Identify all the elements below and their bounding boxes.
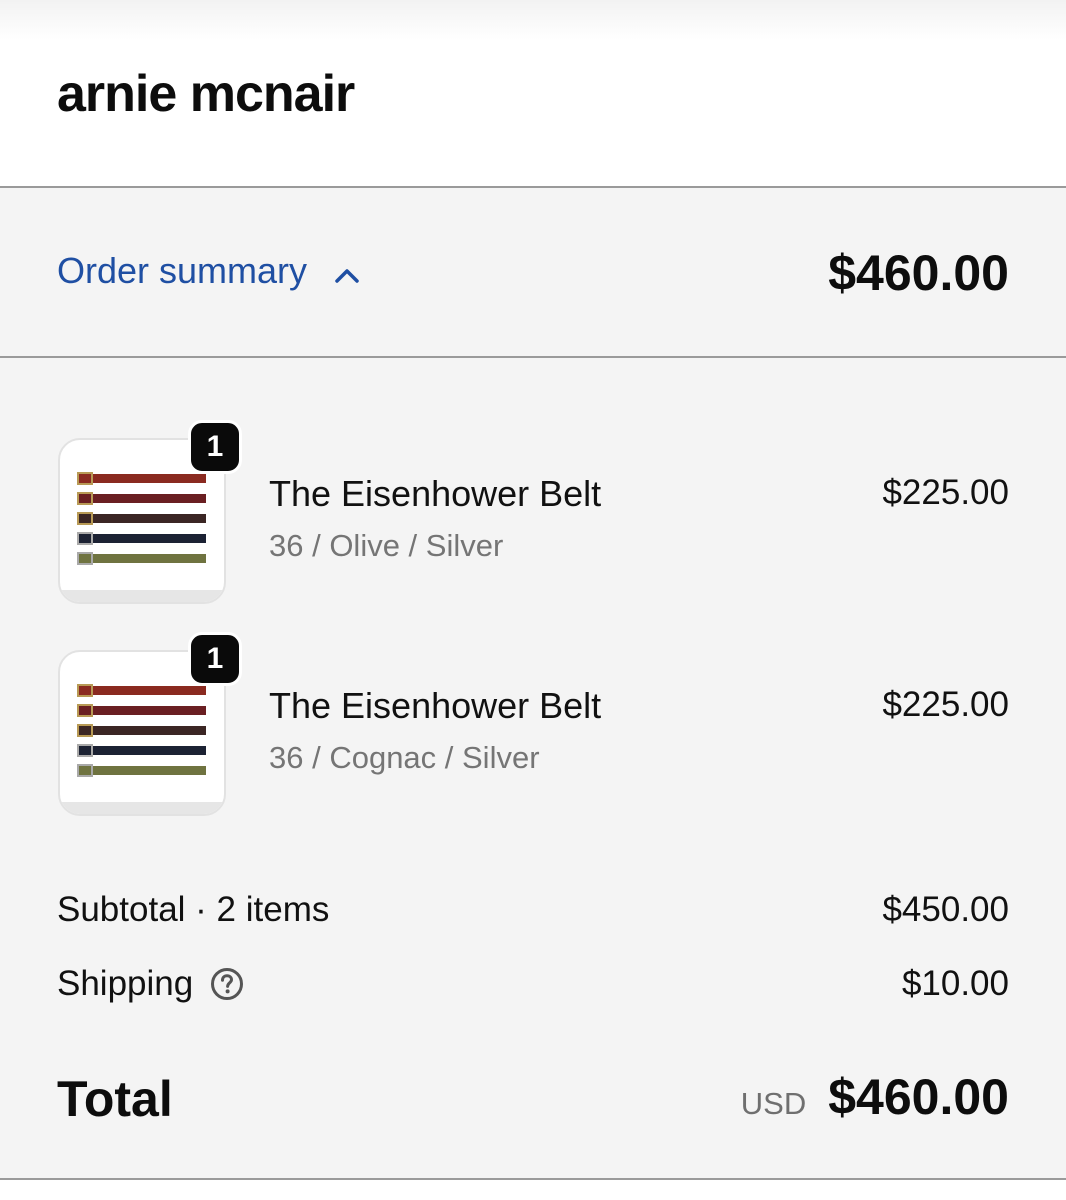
chevron-up-icon xyxy=(333,257,361,285)
quantity-badge: 1 xyxy=(188,632,242,686)
order-summary-details: 1 The Eisenhower Belt 36 / Olive / Silve… xyxy=(0,358,1066,1178)
quantity-badge: 1 xyxy=(188,420,242,474)
order-summary-label: Order summary xyxy=(57,250,308,291)
total-amount: $460.00 xyxy=(828,1069,1009,1125)
shipping-value: $10.00 xyxy=(901,964,1009,1003)
item-price: $225.00 xyxy=(882,473,1009,512)
page-bottom xyxy=(0,1180,1066,1200)
item-variant: 36 / Cognac / Silver xyxy=(269,740,540,775)
order-summary-toggle[interactable]: Order summary $460.00 xyxy=(0,188,1066,356)
checkout-page: arnie mcnair Order summary $460.00 1 The… xyxy=(0,0,1066,1200)
line-item: 1 The Eisenhower Belt 36 / Olive / Silve… xyxy=(0,418,1066,604)
total-label: Total xyxy=(57,1071,173,1127)
help-icon[interactable] xyxy=(209,966,245,1002)
currency-code: USD xyxy=(740,1086,807,1121)
shipping-label: Shipping xyxy=(57,964,194,1003)
subtotal-row: Subtotal · 2 items $450.00 xyxy=(57,890,1009,936)
item-name: The Eisenhower Belt xyxy=(269,473,602,514)
total-amount-group: USD $460.00 xyxy=(741,1068,1009,1126)
shipping-label-group: Shipping xyxy=(57,964,245,1004)
line-item: 1 The Eisenhower Belt 36 / Cognac / Silv… xyxy=(0,630,1066,816)
shipping-row: Shipping $10.00 xyxy=(57,964,1009,1010)
product-thumbnail-wrapper: 1 xyxy=(58,632,242,816)
item-price: $225.00 xyxy=(882,685,1009,724)
total-row: Total USD $460.00 xyxy=(57,1068,1009,1128)
store-name[interactable]: arnie mcnair xyxy=(57,64,355,124)
item-variant: 36 / Olive / Silver xyxy=(269,528,504,563)
subtotal-label: Subtotal · 2 items xyxy=(57,890,330,929)
product-thumbnail-wrapper: 1 xyxy=(58,420,242,604)
order-summary-total: $460.00 xyxy=(828,245,1009,301)
order-summary-label-group[interactable]: Order summary xyxy=(57,250,361,292)
subtotal-value: $450.00 xyxy=(882,890,1009,929)
item-name: The Eisenhower Belt xyxy=(269,685,602,726)
store-header: arnie mcnair xyxy=(0,0,1066,186)
